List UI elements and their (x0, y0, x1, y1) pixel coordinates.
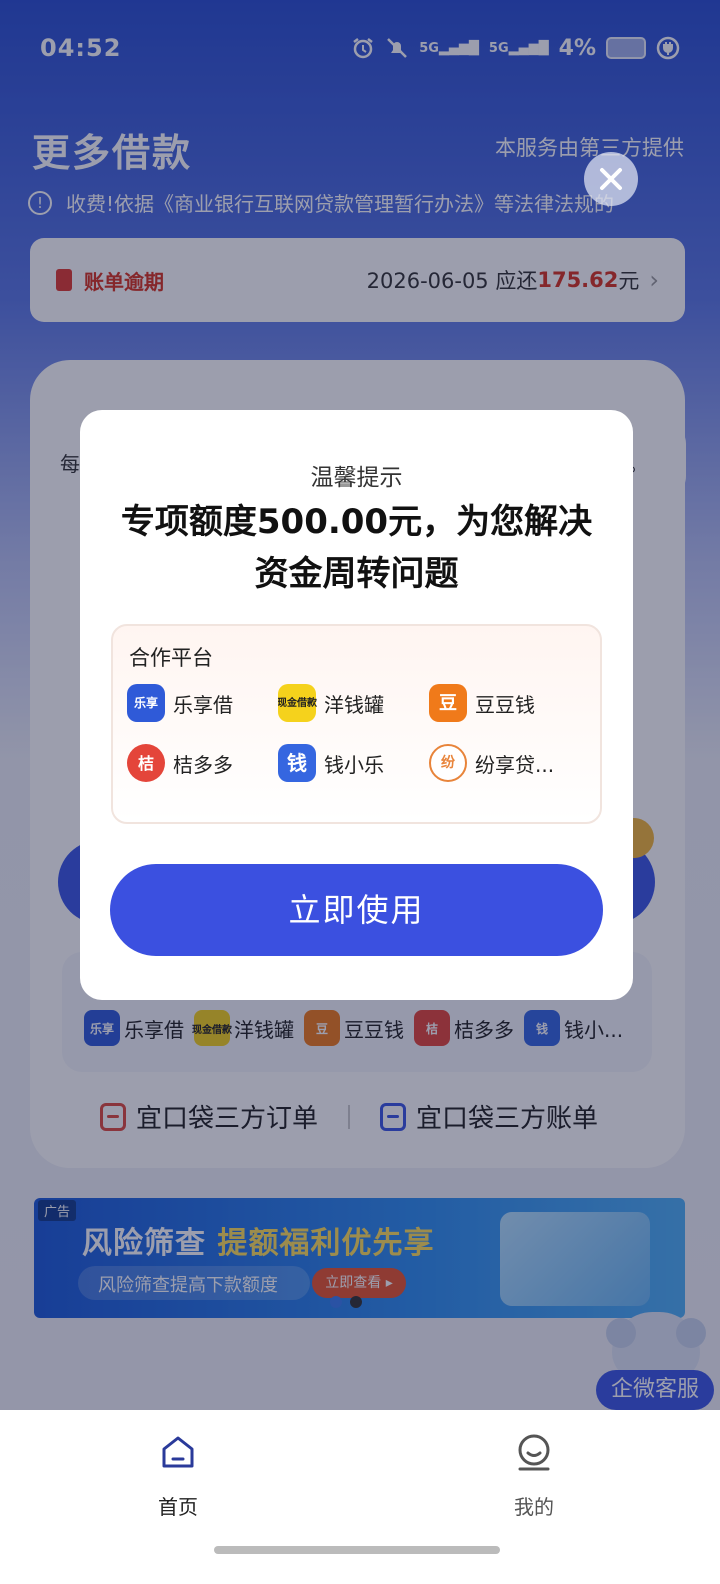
partner-name: 钱小乐 (324, 752, 384, 777)
dialog-hint: 温馨提示 (310, 465, 403, 491)
tab-mine-label: 我的 (514, 1495, 554, 1519)
partner-name: 纷享贷... (475, 752, 555, 777)
partner-grid: 乐享 乐享借 现金借款 洋钱罐 豆 豆豆钱 桔 桔多多 钱 钱小乐 纷 纷享贷.… (127, 684, 597, 782)
juduoduo-logo-icon: 桔 (127, 744, 165, 782)
doudouqian-logo-icon: 豆 (429, 684, 467, 722)
partner-platforms-heading: 合作平台 (129, 646, 213, 670)
fenxiangdai-logo-icon: 纷 (429, 744, 467, 782)
partner-item-doudouqian[interactable]: 豆 豆豆钱 (429, 684, 580, 722)
partner-name: 洋钱罐 (324, 692, 384, 717)
partner-item-juduoduo[interactable]: 桔 桔多多 (127, 744, 278, 782)
dialog-title: 专项额度500.00元，为您解决资金周转问题 (120, 502, 593, 594)
modal-close-button[interactable] (584, 152, 638, 206)
partner-platforms-box: 合作平台 乐享 乐享借 现金借款 洋钱罐 豆 豆豆钱 桔 桔多多 钱 钱小乐 纷… (111, 624, 602, 824)
home-icon (162, 1436, 194, 1468)
tab-home-label: 首页 (158, 1495, 198, 1519)
partner-item-qianxiaole[interactable]: 钱 钱小乐 (278, 744, 429, 782)
partner-name: 桔多多 (173, 752, 233, 777)
quota-offer-dialog: 温馨提示 专项额度500.00元，为您解决资金周转问题 合作平台 乐享 乐享借 … (80, 410, 633, 1000)
home-indicator[interactable] (214, 1546, 500, 1554)
yangqianguan-logo-icon: 现金借款 (278, 684, 317, 722)
qianxiaole-logo-icon: 钱 (278, 744, 316, 782)
bottom-tab-bar: 首页 我的 (0, 1410, 720, 1584)
close-icon (600, 168, 622, 190)
tab-home[interactable]: 首页 (118, 1432, 238, 1520)
partner-name: 豆豆钱 (475, 692, 535, 717)
partner-item-fenxiangdai[interactable]: 纷 纷享贷... (429, 744, 580, 782)
partner-item-lexiangjie[interactable]: 乐享 乐享借 (127, 684, 278, 722)
partner-name: 乐享借 (173, 692, 233, 717)
partner-item-yangqianguan[interactable]: 现金借款 洋钱罐 (278, 684, 429, 722)
lexiangjie-logo-icon: 乐享 (127, 684, 165, 722)
profile-icon (518, 1434, 550, 1471)
tab-mine[interactable]: 我的 (474, 1432, 594, 1520)
use-now-button[interactable]: 立即使用 (110, 864, 603, 956)
